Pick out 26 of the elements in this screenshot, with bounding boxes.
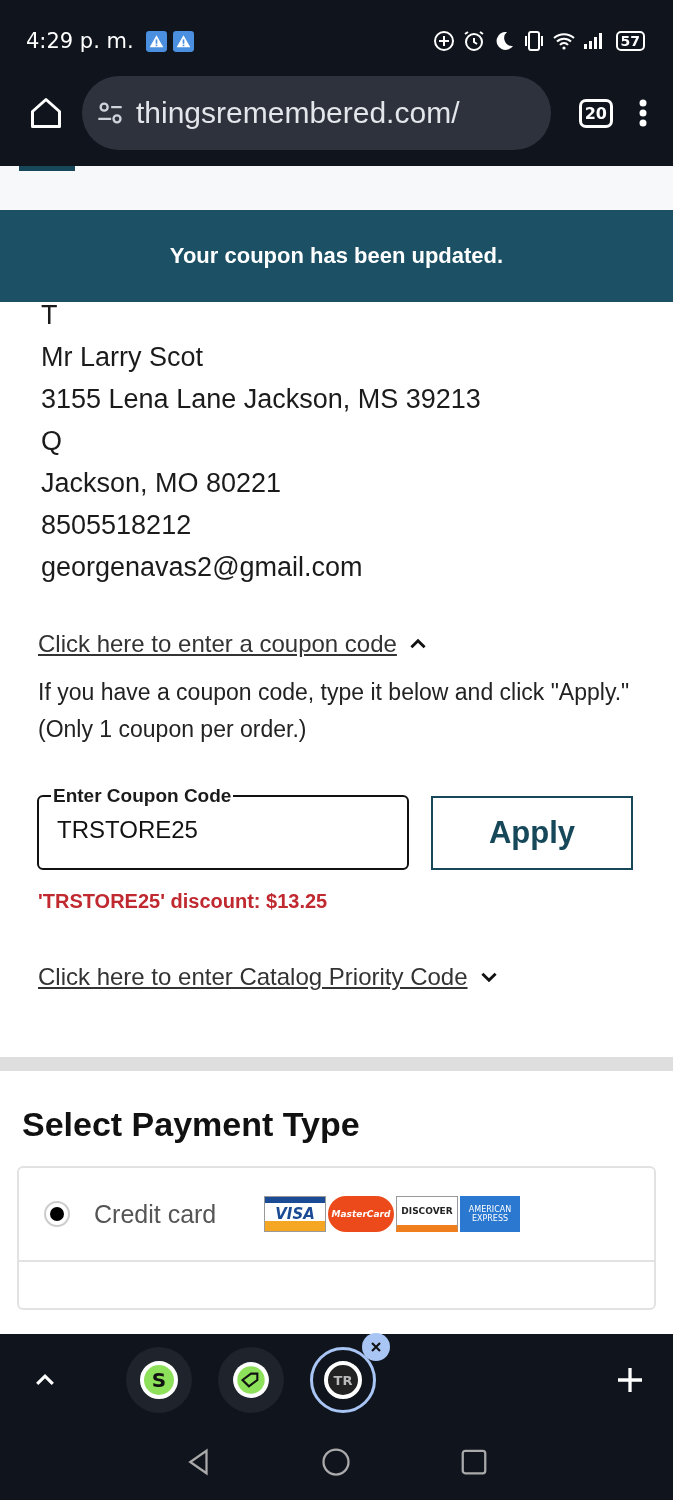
address-line: georgenavas2@gmail.com — [41, 551, 364, 584]
status-time: 4:29 p. m. — [26, 29, 134, 53]
battery-indicator: 57 — [615, 31, 645, 51]
payment-title: Select Payment Type — [22, 1105, 361, 1144]
mastercard-logo: MasterCard — [328, 1196, 394, 1232]
amex-logo: AMERICAN EXPRESS — [460, 1196, 520, 1232]
tab-group-item[interactable]: S — [126, 1347, 192, 1413]
address-line: Q — [41, 425, 63, 458]
url-text: thingsremembered.com/ — [136, 96, 460, 130]
coupon-help-text: If you have a coupon code, type it below and click "Apply." (Only 1 coupon per order.) — [38, 678, 631, 744]
address-line: 3155 Lena Lane Jackson, MS 39213 — [41, 383, 482, 416]
option-label: Credit card — [94, 1199, 218, 1229]
apply-button[interactable]: Apply — [431, 796, 633, 870]
catalog-code-link[interactable]: Click here to enter Catalog Priority Code — [38, 963, 468, 991]
tab-count-button[interactable]: 20 — [578, 98, 613, 128]
visa-logo: VISA — [264, 1196, 326, 1232]
address-bar[interactable]: thingsremembered.com/ — [82, 76, 551, 150]
toast-message: Your coupon has been updated. — [169, 243, 504, 269]
discount-message: 'TRSTORE25' discount: $13.25 — [38, 890, 329, 913]
address-line: Mr Larry Scot — [41, 341, 205, 374]
coupon-code-input[interactable]: TRSTORE25 — [57, 816, 387, 844]
discover-logo: DISCOVER — [396, 1196, 458, 1232]
coupon-link[interactable]: Click here to enter a coupon code — [38, 630, 397, 658]
address-line: T — [41, 299, 59, 332]
address-line: Jackson, MO 80221 — [41, 467, 283, 500]
address-line: 8505518212 — [41, 509, 193, 542]
